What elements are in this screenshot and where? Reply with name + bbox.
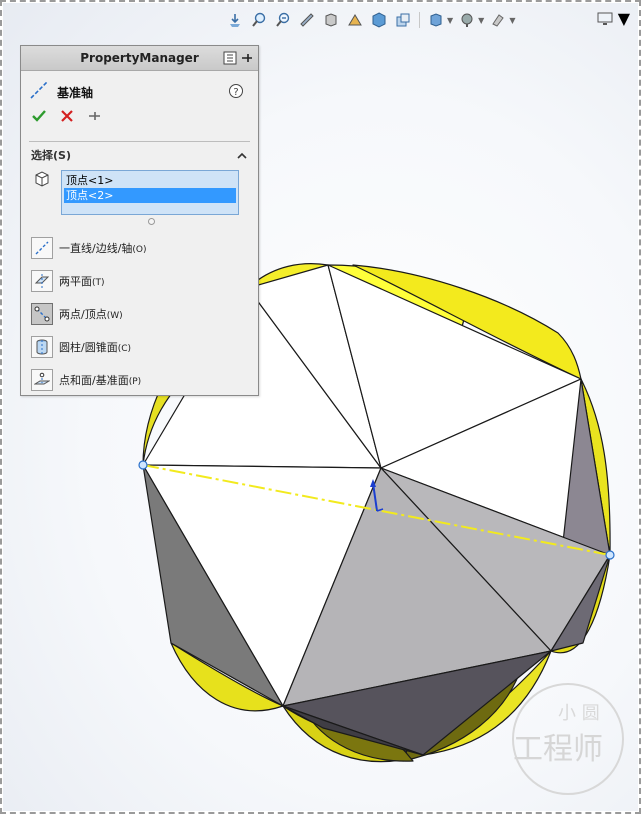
two-points-icon[interactable] — [31, 302, 53, 325]
display-style-icon[interactable] — [345, 10, 365, 30]
option-label: 两平面(T) — [59, 274, 105, 288]
option-two-planes[interactable]: 两平面(T) — [21, 264, 258, 297]
two-planes-icon[interactable] — [31, 269, 53, 292]
toolbar-separator — [419, 12, 420, 28]
zoom-area-icon[interactable] — [249, 10, 269, 30]
chevron-down-icon[interactable]: ▼ — [478, 16, 484, 25]
vertex-2-marker — [605, 550, 615, 560]
selection-row: 顶点<1> 顶点<2> — [21, 170, 258, 215]
property-manager-panel: PropertyManager 基准轴 ? 选择(S) 顶点<1> 顶点<2> … — [20, 45, 259, 396]
pin-icon[interactable] — [240, 50, 254, 69]
chevron-down-icon[interactable]: ▼ — [509, 16, 515, 25]
selection-listbox[interactable]: 顶点<1> 顶点<2> — [61, 170, 239, 215]
feature-title-row: 基准轴 ? — [21, 77, 258, 107]
svg-text:?: ? — [233, 87, 238, 98]
previous-view-icon[interactable] — [273, 10, 293, 30]
section-divider — [29, 141, 250, 142]
option-cylinder-cone[interactable]: 圆柱/圆锥面(C) — [21, 330, 258, 363]
option-label: 圆柱/圆锥面(C) — [59, 340, 132, 354]
zoom-to-fit-icon[interactable] — [225, 10, 245, 30]
window-controls: ▼ — [594, 9, 630, 29]
line-edge-axis-icon[interactable] — [31, 236, 53, 259]
heads-up-toolbar: ▼ ▼ ▼ — [225, 9, 515, 31]
svg-text:小 圆: 小 圆 — [558, 703, 600, 724]
feature-title: 基准轴 — [57, 85, 94, 100]
view-settings-icon[interactable] — [457, 10, 477, 30]
chevron-up-icon[interactable] — [236, 146, 248, 165]
edit-appearance-icon[interactable] — [393, 10, 413, 30]
apply-scene-icon[interactable] — [426, 10, 446, 30]
option-label: 点和面/基准面(P) — [59, 373, 142, 387]
monitor-icon[interactable] — [594, 9, 616, 29]
selections-label: 选择(S) — [31, 149, 71, 162]
section-view-icon[interactable] — [297, 10, 317, 30]
expand-panel-icon[interactable] — [223, 50, 237, 69]
property-manager-header: PropertyManager — [21, 46, 258, 71]
chevron-down-icon[interactable]: ▼ — [618, 9, 630, 29]
option-label: 两点/顶点(W) — [59, 307, 123, 321]
chevron-down-icon[interactable]: ▼ — [447, 16, 453, 25]
vertex-selection-icon — [33, 170, 51, 215]
property-manager-title: PropertyManager — [80, 51, 199, 65]
option-label: 一直线/边线/轴(O) — [59, 241, 147, 255]
ok-checkmark-icon[interactable] — [31, 108, 47, 128]
view-orientation-icon[interactable] — [321, 10, 341, 30]
cylinder-cone-icon[interactable] — [31, 335, 53, 358]
cancel-x-icon[interactable] — [59, 108, 75, 128]
svg-text:工程师: 工程师 — [513, 732, 603, 767]
help-icon[interactable]: ? — [228, 83, 244, 103]
option-two-points[interactable]: 两点/顶点(W) — [21, 297, 258, 330]
render-tools-icon[interactable] — [488, 10, 508, 30]
option-point-plane[interactable]: 点和面/基准面(P) — [21, 363, 258, 396]
option-line-edge-axis[interactable]: 一直线/边线/轴(O) — [21, 231, 258, 264]
watermark-seal: 小 圆 工程师 — [512, 683, 624, 795]
resize-grip[interactable] — [148, 218, 155, 225]
graphics-area[interactable]: ▼ ▼ ▼ ▼ 小 圆 工程师 PropertyManager 基准轴 ? 选择… — [3, 3, 638, 811]
keep-visible-pin-icon[interactable] — [87, 108, 103, 128]
header-icons — [223, 50, 254, 69]
vertex-1-marker — [138, 460, 148, 470]
axis-type-options: 一直线/边线/轴(O) 两平面(T) 两点/顶点(W) 圆柱/圆锥面(C) 点和… — [21, 231, 258, 396]
selections-section-header[interactable]: 选择(S) — [21, 144, 258, 166]
action-buttons — [21, 107, 258, 129]
selection-item-vertex-2[interactable]: 顶点<2> — [64, 188, 236, 203]
point-plane-icon[interactable] — [31, 368, 53, 391]
hide-show-icon[interactable] — [369, 10, 389, 30]
axis-icon — [29, 80, 49, 104]
selection-item-vertex-1[interactable]: 顶点<1> — [64, 173, 236, 188]
